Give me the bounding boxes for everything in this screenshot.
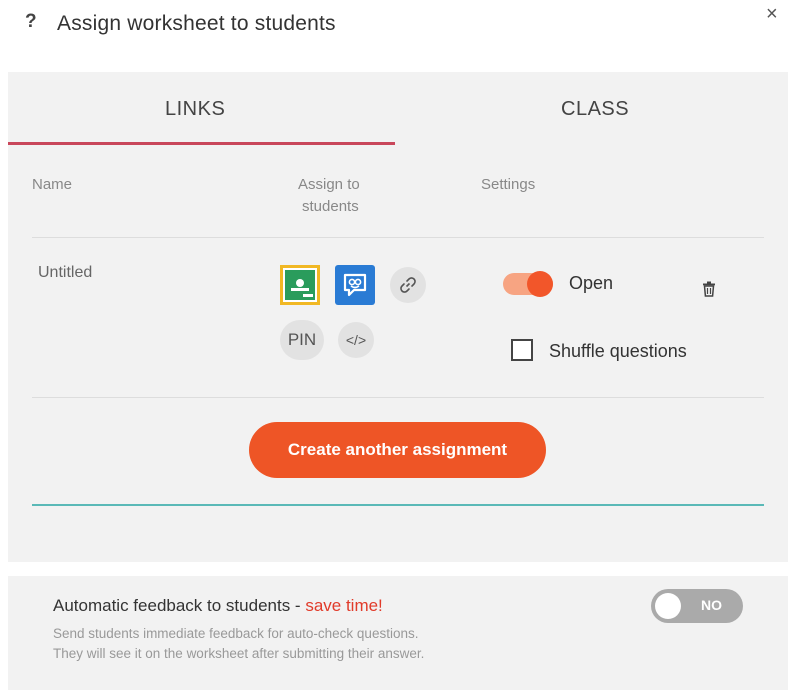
table-divider xyxy=(32,237,764,238)
feedback-description: Send students immediate feedback for aut… xyxy=(53,624,424,664)
close-icon[interactable]: × xyxy=(766,4,778,24)
open-toggle-knob xyxy=(527,271,553,297)
link-icon xyxy=(400,277,416,293)
column-header-assign-line1: Assign to xyxy=(298,176,360,193)
dialog-title: Assign worksheet to students xyxy=(57,12,336,35)
column-header-name: Name xyxy=(32,176,73,193)
automatic-feedback-toggle[interactable]: NO xyxy=(651,589,743,623)
google-classroom-icon xyxy=(285,270,315,300)
edmodo-icon xyxy=(343,273,367,297)
column-header-assign: Assign to students xyxy=(298,174,360,218)
column-header-assign-line2: students xyxy=(302,198,359,215)
feedback-description-line1: Send students immediate feedback for aut… xyxy=(53,626,419,641)
shuffle-questions-label: Shuffle questions xyxy=(549,341,687,361)
feedback-title-text: Automatic feedback to students - xyxy=(53,596,306,615)
tab-class[interactable]: CLASS xyxy=(561,98,629,121)
copy-link-button[interactable] xyxy=(390,267,426,303)
assignment-name: Untitled xyxy=(38,264,93,281)
help-icon[interactable]: ? xyxy=(25,11,37,33)
active-tab-indicator xyxy=(8,142,395,145)
feedback-title: Automatic feedback to students - save ti… xyxy=(53,596,383,616)
embed-code-button[interactable]: </> xyxy=(338,322,374,358)
tab-links[interactable]: LINKS xyxy=(165,98,225,121)
shuffle-checkbox[interactable] xyxy=(511,339,533,361)
feedback-description-line2: They will see it on the worksheet after … xyxy=(53,646,425,661)
automatic-feedback-section: Automatic feedback to students - save ti… xyxy=(8,576,788,690)
column-header-settings: Settings xyxy=(481,176,536,193)
open-status-label: Open xyxy=(569,273,614,293)
section-separator xyxy=(32,504,764,506)
feedback-toggle-knob xyxy=(655,593,681,619)
google-classroom-button[interactable] xyxy=(280,265,320,305)
dialog-header: ? Assign worksheet to students × xyxy=(0,0,788,60)
row-divider xyxy=(32,397,764,398)
save-time-label: save time! xyxy=(305,596,383,615)
pin-button[interactable]: PIN xyxy=(280,320,324,360)
assign-panel: LINKS CLASS Name Assign to students Sett… xyxy=(8,72,788,562)
create-another-assignment-button[interactable]: Create another assignment xyxy=(249,422,546,478)
trash-icon[interactable] xyxy=(702,281,716,297)
feedback-toggle-label: NO xyxy=(701,597,722,613)
tab-bar: LINKS CLASS xyxy=(8,72,788,145)
open-toggle[interactable] xyxy=(503,271,555,297)
edmodo-button[interactable] xyxy=(335,265,375,305)
